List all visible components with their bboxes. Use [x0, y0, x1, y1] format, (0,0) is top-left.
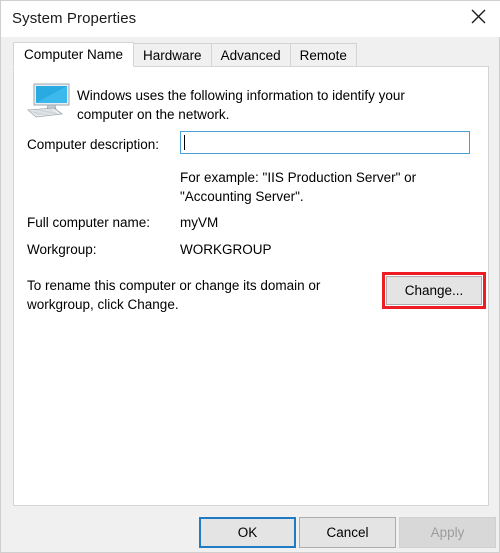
close-icon[interactable]: [456, 1, 500, 31]
tab-strip: Computer Name Hardware Advanced Remote: [13, 42, 357, 67]
tab-hardware[interactable]: Hardware: [133, 43, 212, 67]
computer-name-panel: Windows uses the following information t…: [13, 66, 489, 506]
tab-advanced[interactable]: Advanced: [210, 43, 291, 67]
computer-description-label: Computer description:: [27, 137, 160, 152]
system-properties-dialog: System Properties Computer Name Hardware…: [0, 0, 500, 553]
apply-button: Apply: [399, 517, 496, 548]
cancel-button[interactable]: Cancel: [299, 517, 396, 548]
change-button[interactable]: Change...: [386, 276, 482, 305]
window-title: System Properties: [12, 10, 137, 27]
text-caret: [184, 135, 185, 150]
workgroup-label: Workgroup:: [27, 242, 97, 257]
tab-remote[interactable]: Remote: [289, 43, 357, 67]
title-bar: System Properties: [1, 1, 500, 37]
close-icon-glyph: [471, 9, 486, 24]
computer-description-input[interactable]: [180, 131, 470, 154]
workgroup-value: WORKGROUP: [180, 242, 272, 257]
description-example-text: For example: "IIS Production Server" or …: [180, 170, 417, 204]
full-computer-name-value: myVM: [180, 215, 219, 230]
tab-computer-name[interactable]: Computer Name: [13, 42, 135, 67]
computer-monitor-icon: [27, 83, 70, 118]
rename-instruction-text: To rename this computer or change its do…: [27, 278, 321, 312]
ok-button[interactable]: OK: [199, 517, 296, 548]
intro-text: Windows uses the following information t…: [77, 88, 405, 122]
full-computer-name-label: Full computer name:: [27, 215, 151, 230]
